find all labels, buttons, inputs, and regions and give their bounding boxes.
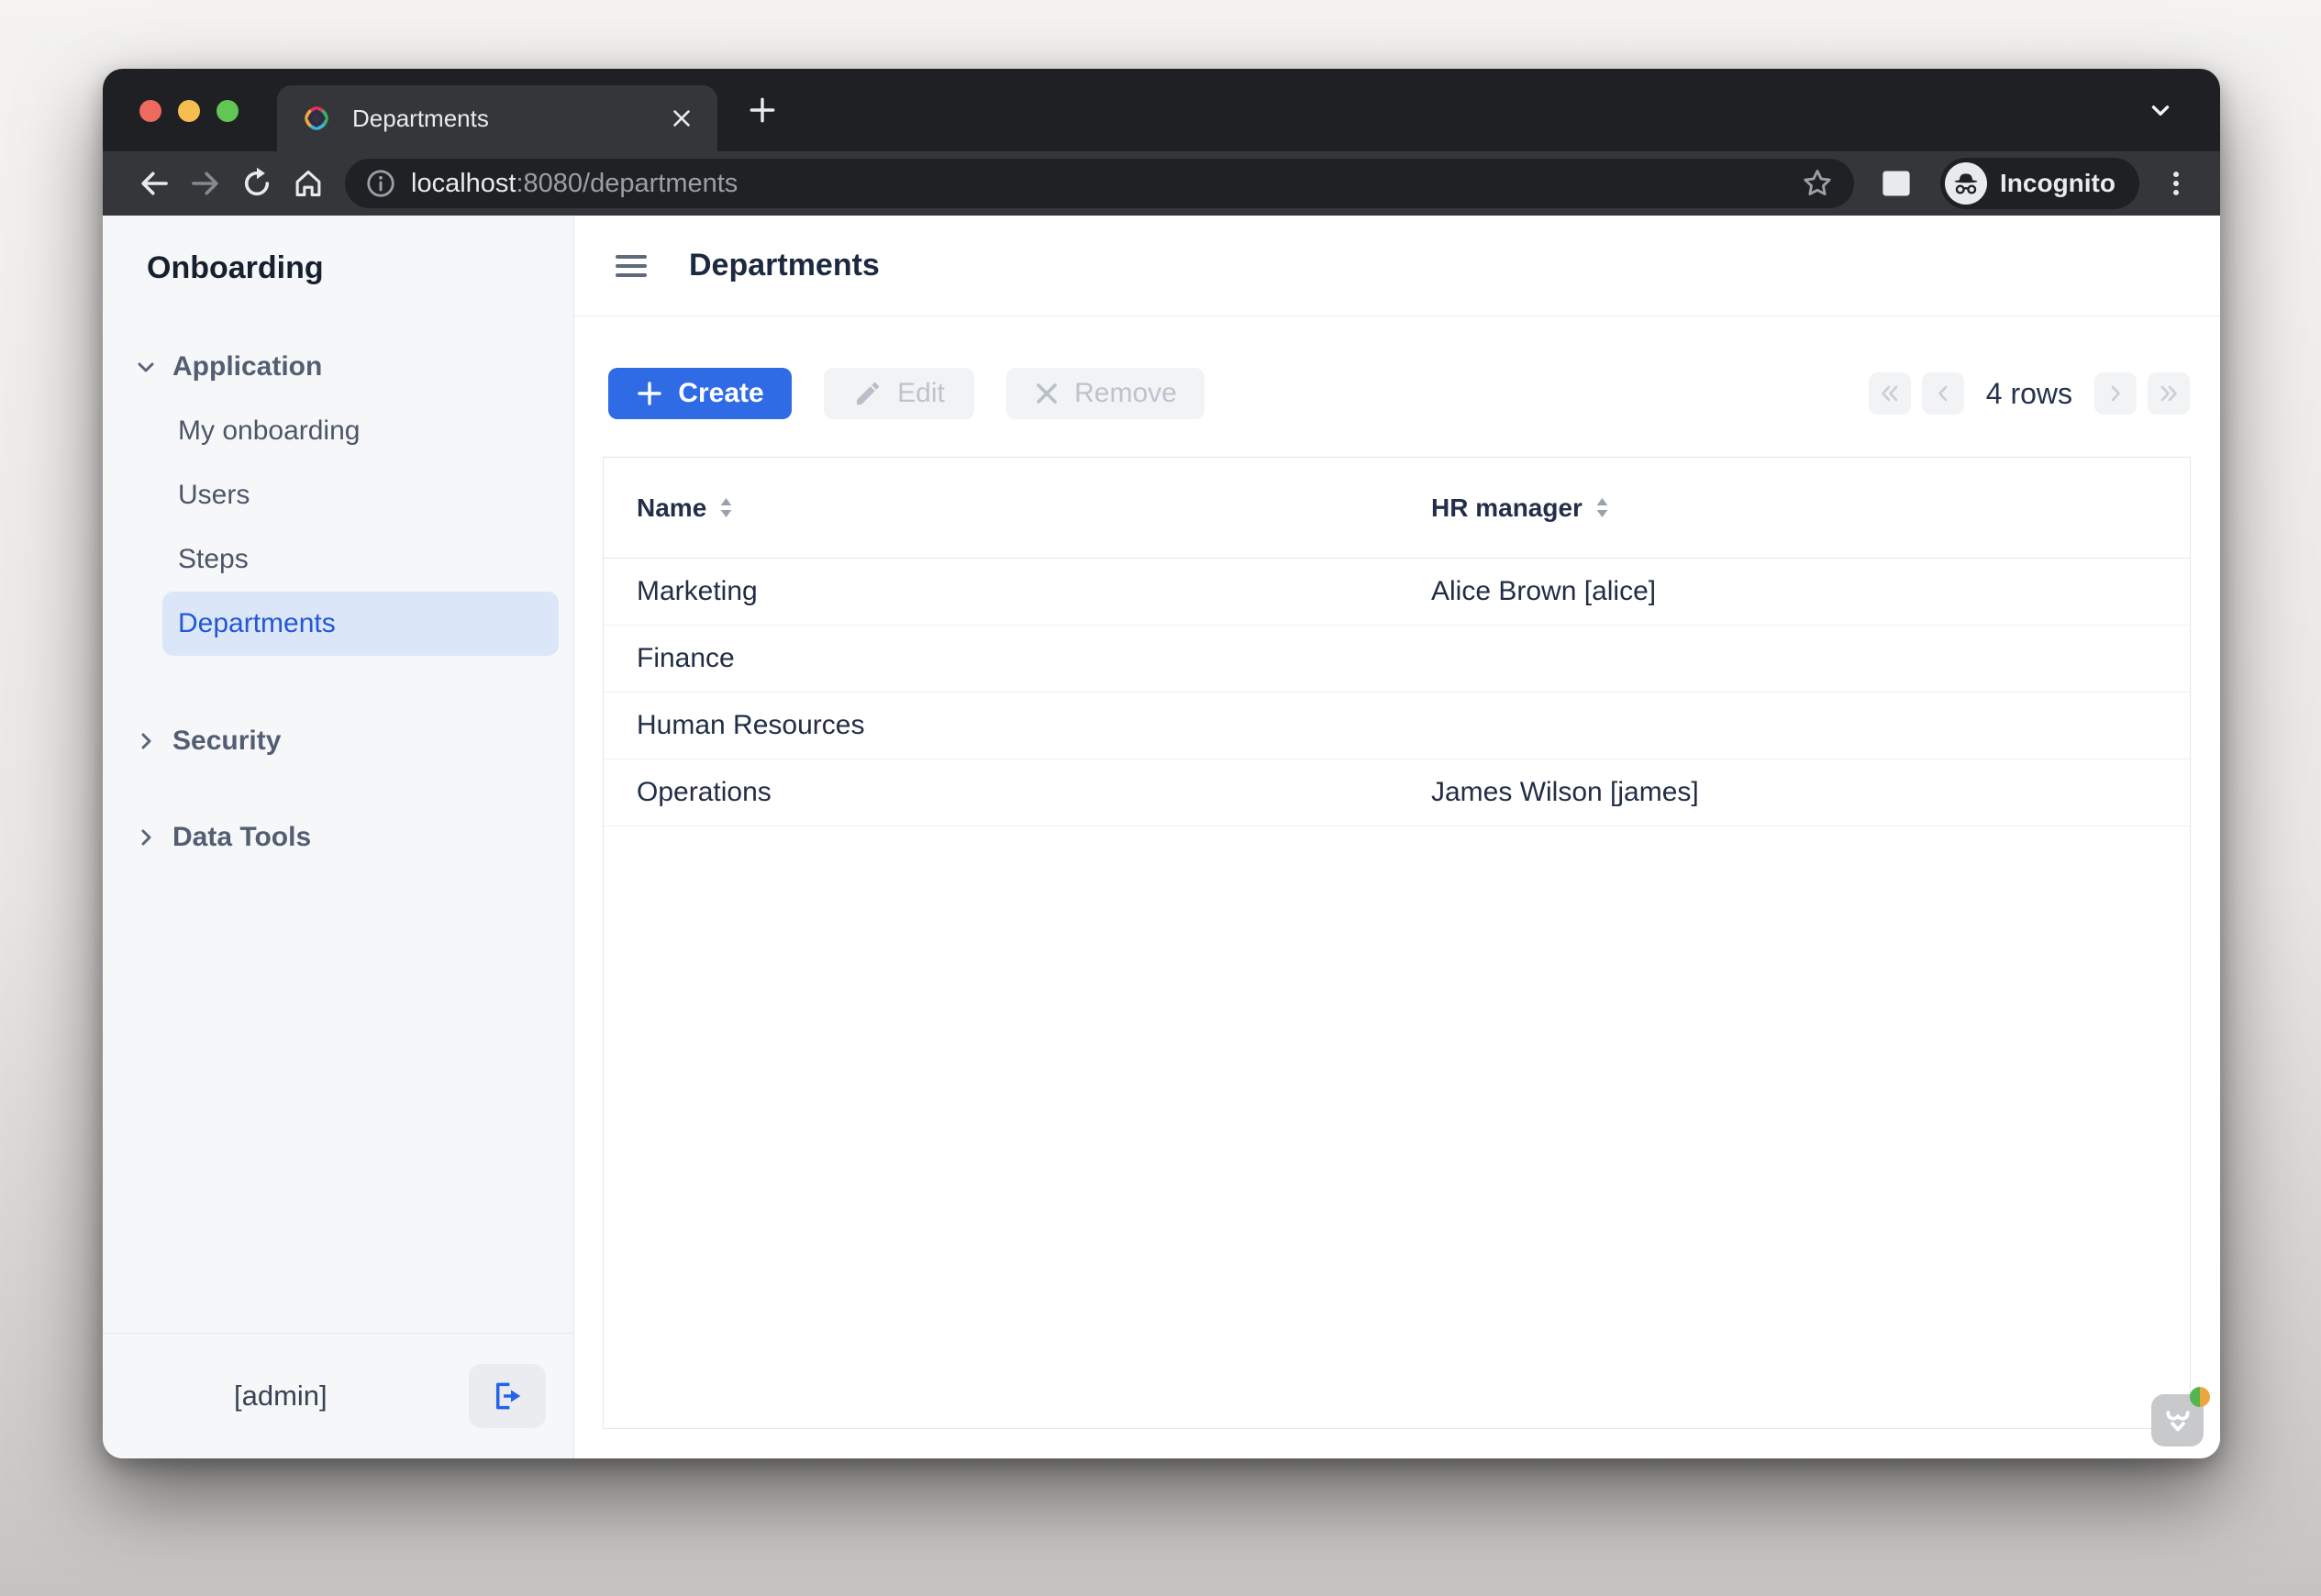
browser-toolbar: localhost:8080/departments Inc (103, 151, 2220, 216)
edit-label: Edit (897, 378, 945, 409)
site-info-icon[interactable] (365, 168, 396, 199)
sidebar-item-steps[interactable]: Steps (162, 527, 559, 592)
incognito-label: Incognito (2000, 169, 2116, 198)
pencil-icon (853, 379, 883, 408)
tab-title: Departments (352, 105, 670, 133)
main-header: Departments (574, 216, 2220, 316)
column-header-name[interactable]: Name (604, 493, 1431, 523)
sidebar-item-users[interactable]: Users (162, 463, 559, 527)
favicon-icon (301, 103, 332, 134)
departments-table: Name HR manager (603, 457, 2191, 1429)
sidebar-section-data-tools[interactable]: Data Tools (103, 805, 573, 870)
close-window-button[interactable] (139, 100, 161, 122)
remove-label: Remove (1074, 378, 1177, 409)
logout-button[interactable] (469, 1364, 546, 1428)
home-icon[interactable] (283, 158, 334, 209)
sidebar-item-my-onboarding[interactable]: My onboarding (162, 399, 559, 463)
sidebar-user-bar: [admin] (103, 1333, 573, 1458)
address-bar[interactable]: localhost:8080/departments (345, 159, 1854, 208)
chevron-down-icon (133, 354, 159, 380)
create-label: Create (678, 378, 763, 409)
section-label: Data Tools (172, 822, 311, 853)
bookmark-star-icon[interactable] (1801, 167, 1834, 200)
sidebar-section-application[interactable]: Application (103, 335, 573, 399)
app-title: Onboarding (147, 250, 324, 286)
incognito-icon (1945, 162, 1987, 205)
cell-hr-manager: Alice Brown [alice] (1431, 576, 2190, 607)
column-header-hr-manager[interactable]: HR manager (1431, 493, 2190, 523)
page-title: Departments (689, 248, 880, 283)
sidebar-section-security[interactable]: Security (103, 709, 573, 773)
first-page-button[interactable] (1869, 372, 1911, 415)
menu-hamburger-icon[interactable] (614, 250, 650, 282)
last-page-button[interactable] (2148, 372, 2190, 415)
url-text: localhost:8080/departments (411, 169, 1801, 199)
side-panel-icon[interactable] (1871, 158, 1922, 209)
tab-search-chevron-icon[interactable] (2147, 96, 2174, 124)
sidebar-item-departments[interactable]: Departments (162, 592, 559, 656)
chevron-right-icon (133, 825, 159, 850)
url-path: :8080/departments (516, 169, 738, 198)
section-label: Security (172, 726, 281, 757)
incognito-badge: Incognito (1940, 158, 2139, 209)
tab-close-icon[interactable] (670, 106, 694, 130)
url-host: localhost (411, 169, 516, 198)
remove-button[interactable]: Remove (1006, 368, 1205, 419)
cell-name: Marketing (604, 576, 1431, 607)
browser-tab[interactable]: Departments (277, 85, 717, 151)
new-tab-button[interactable] (747, 94, 778, 126)
rows-count-label: 4 rows (1986, 377, 2072, 411)
status-badge (2190, 1387, 2210, 1407)
application-items: My onboarding Users Steps Departments (103, 399, 573, 656)
tab-strip: Departments (103, 69, 2220, 151)
create-button[interactable]: Create (608, 368, 792, 419)
chevron-right-icon (133, 728, 159, 754)
extension-widget-button[interactable] (2151, 1394, 2204, 1446)
pagination: 4 rows (1869, 372, 2190, 415)
cell-name: Finance (604, 643, 1431, 674)
zoom-window-button[interactable] (217, 100, 239, 122)
back-icon[interactable] (128, 158, 180, 209)
table-row[interactable]: Marketing Alice Brown [alice] (604, 559, 2190, 626)
logout-icon (490, 1379, 525, 1413)
table-row[interactable]: Operations James Wilson [james] (604, 759, 2190, 826)
next-page-button[interactable] (2094, 372, 2137, 415)
cell-hr-manager: James Wilson [james] (1431, 777, 2190, 808)
column-label: HR manager (1431, 493, 1582, 523)
table-header: Name HR manager (604, 458, 2190, 559)
prev-page-button[interactable] (1922, 372, 1964, 415)
sidebar: Onboarding Application My onboarding Use… (103, 216, 574, 1458)
plus-icon (636, 380, 663, 407)
browser-menu-icon[interactable] (2158, 168, 2194, 199)
minimize-window-button[interactable] (178, 100, 200, 122)
edit-button[interactable]: Edit (824, 368, 974, 419)
bull-icon (2160, 1403, 2195, 1438)
current-user-label: [admin] (234, 1380, 328, 1413)
actions-row: Create Edit Remove (608, 368, 2190, 419)
sort-icon (719, 497, 733, 518)
x-icon (1034, 381, 1060, 406)
sort-icon (1595, 497, 1609, 518)
sidebar-nav: Application My onboarding Users Steps De… (103, 335, 573, 870)
table-row[interactable]: Human Resources (604, 693, 2190, 759)
cell-name: Human Resources (604, 710, 1431, 741)
browser-window: Departments (103, 69, 2220, 1458)
forward-icon[interactable] (180, 158, 231, 209)
page-content: Onboarding Application My onboarding Use… (103, 216, 2220, 1458)
main-area: Departments Create (574, 216, 2220, 1458)
reload-icon[interactable] (231, 158, 283, 209)
section-label: Application (172, 351, 322, 382)
table-row[interactable]: Finance (604, 626, 2190, 693)
traffic-lights (139, 100, 239, 122)
column-label: Name (637, 493, 706, 523)
cell-name: Operations (604, 777, 1431, 808)
